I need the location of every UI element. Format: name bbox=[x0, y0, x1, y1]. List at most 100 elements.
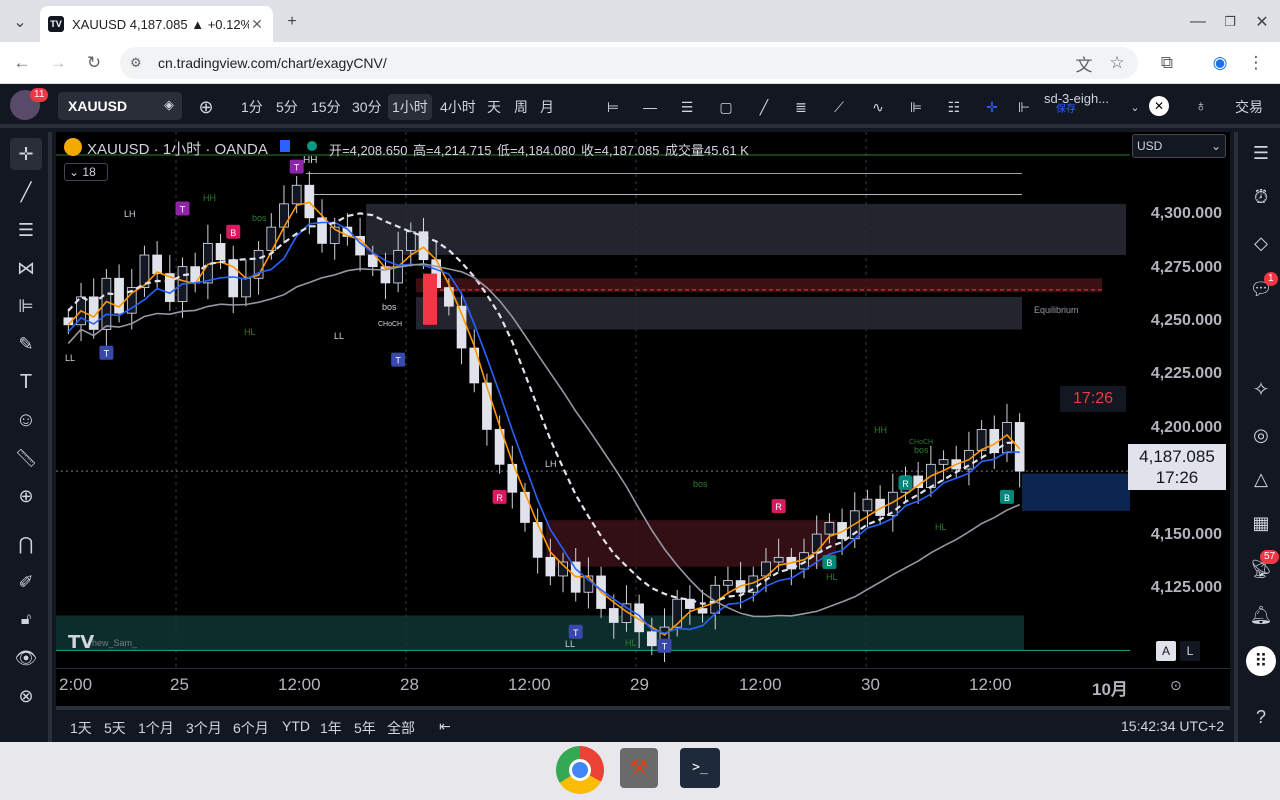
ray-icon[interactable]: ⟋ bbox=[826, 94, 852, 120]
trade-button[interactable]: 交易 bbox=[1226, 94, 1272, 120]
chart-pane[interactable]: T T B T T R T T R B R B XAUUSD · 1小时 · OANDA 开=4,20… bbox=[56, 132, 1130, 668]
auto-scale-button[interactable]: A bbox=[1156, 641, 1176, 661]
trend-line-tool-icon[interactable]: ╱ bbox=[10, 176, 42, 208]
brush-tool-icon[interactable]: ✎ bbox=[10, 328, 42, 360]
pattern-tool-icon[interactable]: ⋈ bbox=[10, 252, 42, 284]
timeframe-30m[interactable]: 30分 bbox=[348, 94, 386, 120]
timeframe-5m[interactable]: 5分 bbox=[272, 94, 302, 120]
maximize-icon[interactable]: ❐ bbox=[1218, 10, 1242, 34]
tool-app-icon[interactable]: ⚒ bbox=[620, 748, 658, 788]
site-info-icon[interactable]: ⚙ bbox=[130, 55, 142, 71]
symbol-search[interactable]: XAUUSD ◈ bbox=[58, 92, 182, 120]
horizontal-ray-icon[interactable]: — bbox=[637, 94, 663, 120]
legend-title[interactable]: XAUUSD · 1小时 · OANDA bbox=[87, 138, 268, 159]
range-1d[interactable]: 1天 bbox=[70, 718, 92, 738]
timeframe-1w[interactable]: 周 bbox=[510, 94, 532, 120]
price-tick: 4,300.000 bbox=[1150, 205, 1222, 222]
log-scale-button[interactable]: L bbox=[1180, 641, 1200, 661]
bookmark-star-icon[interactable]: ☆ bbox=[1105, 51, 1129, 75]
range-6m[interactable]: 6个月 bbox=[233, 718, 269, 738]
path-icon[interactable]: ∿ bbox=[865, 94, 891, 120]
go-to-date-icon[interactable]: ⇤ bbox=[439, 718, 451, 735]
reload-icon[interactable]: ↻ bbox=[82, 51, 106, 75]
price-axis[interactable]: USD ⌄ 4,300.000 4,275.000 4,250.000 4,225… bbox=[1128, 132, 1230, 668]
chrome-icon[interactable] bbox=[556, 746, 604, 794]
range-3m[interactable]: 3个月 bbox=[186, 718, 222, 738]
fib-retracement-icon[interactable]: ≣ bbox=[788, 94, 814, 120]
notifications-icon[interactable]: 🔔︎ bbox=[1246, 600, 1276, 630]
back-icon[interactable]: ← bbox=[10, 51, 34, 75]
timeframe-1mo[interactable]: 月 bbox=[536, 94, 558, 120]
target-icon[interactable]: ◎ bbox=[1246, 420, 1276, 450]
apps-grid-icon[interactable]: ⠿ bbox=[1246, 646, 1276, 676]
calendar-icon[interactable]: ▦ bbox=[1246, 508, 1276, 538]
watchlist-icon[interactable]: ☰ bbox=[1246, 138, 1276, 168]
parallel-channel-icon[interactable]: ☰ bbox=[674, 94, 700, 120]
timeframe-1m[interactable]: 1分 bbox=[237, 94, 267, 120]
help-icon[interactable]: ? bbox=[1246, 702, 1276, 732]
fib-tool-icon[interactable]: ☰ bbox=[10, 214, 42, 246]
browser-menu-icon[interactable]: ⋮ bbox=[1244, 51, 1268, 75]
timeframe-15m[interactable]: 15分 bbox=[307, 94, 345, 120]
symbol-info-icon[interactable]: ◈ bbox=[164, 97, 174, 113]
ruler-icon[interactable]: 📏︎ bbox=[10, 442, 42, 474]
currency-select[interactable]: USD ⌄ bbox=[1132, 134, 1226, 158]
address-bar[interactable]: ⚙ cn.tradingview.com/chart/exagyCNV/ bbox=[120, 47, 1138, 79]
long-short-icon[interactable]: ⊩ bbox=[1011, 94, 1037, 120]
lightbulb-icon[interactable]: ♁ bbox=[1188, 94, 1214, 120]
stay-drawing-icon[interactable]: ✐ bbox=[10, 566, 42, 598]
range-1m[interactable]: 1个月 bbox=[138, 718, 174, 738]
layers-icon[interactable]: ◇ bbox=[1246, 228, 1276, 258]
forward-icon[interactable]: → bbox=[46, 51, 70, 75]
range-ytd[interactable]: YTD bbox=[282, 718, 310, 734]
layout-chevron-down-icon[interactable]: ⌄ bbox=[1122, 94, 1148, 120]
fib-extension-icon[interactable]: ⊨ bbox=[600, 94, 626, 120]
time-axis[interactable]: 2:00 25 12:00 28 12:00 29 12:00 30 12:00… bbox=[56, 668, 1230, 706]
hh-label: HH bbox=[303, 155, 318, 166]
indicators-toggle[interactable]: ⌄ 18 bbox=[64, 163, 108, 181]
lock-icon[interactable]: 🔓︎ bbox=[10, 604, 42, 636]
range-5d[interactable]: 5天 bbox=[104, 718, 126, 738]
clock-text[interactable]: 15:42:34 UTC+2 bbox=[1121, 718, 1224, 734]
timeframe-4h[interactable]: 4小时 bbox=[436, 94, 480, 120]
emoji-tool-icon[interactable]: ☺ bbox=[10, 404, 42, 436]
object-tree-icon[interactable]: ⊗ bbox=[10, 680, 42, 712]
axis-settings-icon[interactable]: ⊙ bbox=[1170, 677, 1182, 694]
eye-icon[interactable]: 👁︎ bbox=[10, 642, 42, 674]
price-range-icon[interactable]: ☷ bbox=[941, 94, 967, 120]
candle-body bbox=[1014, 422, 1025, 472]
translate-icon[interactable]: 文 bbox=[1072, 51, 1096, 75]
close-tab-icon[interactable]: ✕ bbox=[249, 16, 265, 33]
ideas-icon[interactable]: ✧ bbox=[1246, 374, 1276, 404]
alerts-icon[interactable]: ⏰︎ bbox=[1246, 182, 1276, 212]
signal-marker-label: R bbox=[902, 479, 909, 489]
chart-canvas[interactable]: T T B T T R T T R B R B bbox=[56, 132, 1130, 668]
crosshair-tool-icon[interactable]: ✛ bbox=[979, 94, 1005, 120]
tradingview-logo-icon[interactable]: 𝗧𝗩 bbox=[68, 632, 94, 653]
range-all[interactable]: 全部 bbox=[387, 718, 415, 738]
rectangle-icon[interactable]: ▢ bbox=[713, 94, 739, 120]
browser-tab[interactable]: TV XAUUSD 4,187.085 ▲ +0.12% ✕ bbox=[40, 6, 273, 42]
close-layout-icon[interactable]: ✕ bbox=[1149, 96, 1169, 116]
forecast-tool-icon[interactable]: ⊫ bbox=[10, 290, 42, 322]
magnet-icon[interactable]: ⋂ bbox=[10, 528, 42, 560]
hotlists-icon[interactable]: △ bbox=[1246, 464, 1276, 494]
timeframe-1h[interactable]: 1小时 bbox=[388, 94, 432, 120]
minimize-icon[interactable]: — bbox=[1186, 10, 1210, 34]
extensions-icon[interactable]: ⧉ bbox=[1155, 51, 1179, 75]
text-tool-icon[interactable]: T bbox=[10, 366, 42, 398]
close-window-icon[interactable]: ✕ bbox=[1250, 10, 1274, 34]
crosshair-icon[interactable]: ✛ bbox=[10, 138, 42, 170]
position-long-icon[interactable]: ⊫ bbox=[903, 94, 929, 120]
range-5y[interactable]: 5年 bbox=[354, 718, 376, 738]
profile-icon[interactable]: ◉ bbox=[1208, 51, 1232, 75]
zoom-icon[interactable]: ⊕ bbox=[10, 480, 42, 512]
timeframe-1d[interactable]: 天 bbox=[483, 94, 505, 120]
flag-icon[interactable] bbox=[280, 140, 290, 152]
new-tab-icon[interactable]: + bbox=[280, 10, 304, 34]
range-1y[interactable]: 1年 bbox=[320, 718, 342, 738]
tab-list-icon[interactable]: ⌄ bbox=[8, 10, 32, 34]
compare-symbol-icon[interactable]: ⊕ bbox=[193, 94, 219, 120]
trend-line-icon[interactable]: ╱ bbox=[751, 94, 777, 120]
terminal-icon[interactable]: >_ bbox=[680, 748, 720, 788]
